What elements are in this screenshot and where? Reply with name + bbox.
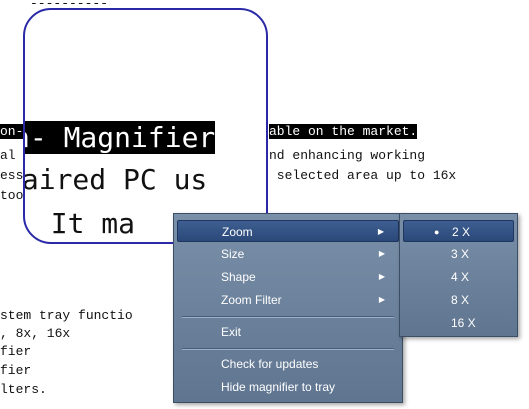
zoom-option-label: 8 X	[451, 293, 470, 307]
magnified-text-line: n- Magnifier	[25, 121, 216, 154]
doc-line: too	[0, 188, 24, 203]
menu-item-hide-to-tray[interactable]: Hide magnifier to tray	[177, 376, 399, 398]
doc-line: lters.	[0, 382, 47, 397]
menu-item-label: Shape	[221, 270, 256, 284]
magnified-text-line: paired PC us	[23, 163, 208, 196]
doc-line: on-	[0, 124, 24, 139]
zoom-option-2x[interactable]: ● 2 X	[403, 220, 514, 242]
menu-item-label: Exit	[221, 325, 242, 339]
zoom-submenu: ● 2 X 3 X 4 X 8 X 16 X	[399, 213, 518, 337]
menu-item-label: Size	[221, 247, 245, 261]
menu-item-shape[interactable]: Shape ▶	[177, 266, 399, 288]
doc-line: al	[0, 148, 16, 163]
doc-line: ess	[0, 168, 24, 183]
selected-bullet-icon: ●	[434, 227, 440, 237]
menu-item-exit[interactable]: Exit	[177, 321, 399, 343]
magnifier-context-menu: Zoom ▶ Size ▶ Shape ▶ Zoom Filter ▶ Exit…	[173, 213, 403, 403]
menu-item-zoom[interactable]: Zoom ▶	[177, 220, 399, 242]
zoom-option-label: 2 X	[452, 225, 471, 239]
menu-separator	[182, 316, 394, 318]
zoom-option-label: 3 X	[451, 247, 470, 261]
menu-item-label: Zoom Filter	[221, 293, 282, 307]
zoom-option-3x[interactable]: 3 X	[403, 243, 514, 265]
submenu-arrow-icon: ▶	[378, 249, 385, 258]
doc-line: selected area up to 16x	[269, 168, 457, 183]
menu-item-label: Check for updates	[221, 357, 319, 371]
menu-item-zoom-filter[interactable]: Zoom Filter ▶	[177, 289, 399, 311]
separator-dashes: ------------	[30, 0, 110, 6]
doc-line: stem tray functio	[0, 308, 133, 323]
zoom-option-4x[interactable]: 4 X	[403, 266, 514, 288]
magnified-text-line: . It ma	[23, 207, 136, 240]
magnifier-lens[interactable]: n- Magnifier paired PC us . It ma	[23, 8, 268, 244]
submenu-arrow-icon: ▶	[378, 272, 385, 281]
menu-item-label: Zoom	[222, 225, 253, 239]
doc-line: nd enhancing working	[269, 148, 426, 163]
submenu-arrow-icon: ▶	[377, 227, 384, 236]
doc-line: , 8x, 16x	[0, 326, 71, 341]
zoom-option-label: 16 X	[451, 316, 476, 330]
menu-item-check-updates[interactable]: Check for updates	[177, 353, 399, 375]
zoom-option-16x[interactable]: 16 X	[403, 312, 514, 334]
submenu-arrow-icon: ▶	[378, 295, 385, 304]
doc-line: able on the market.	[269, 124, 418, 139]
zoom-option-8x[interactable]: 8 X	[403, 289, 514, 311]
zoom-option-label: 4 X	[451, 270, 470, 284]
doc-line: fier	[0, 363, 32, 378]
doc-line: fier	[0, 344, 32, 359]
menu-item-size[interactable]: Size ▶	[177, 243, 399, 265]
menu-separator	[182, 348, 394, 350]
menu-item-label: Hide magnifier to tray	[221, 380, 336, 394]
